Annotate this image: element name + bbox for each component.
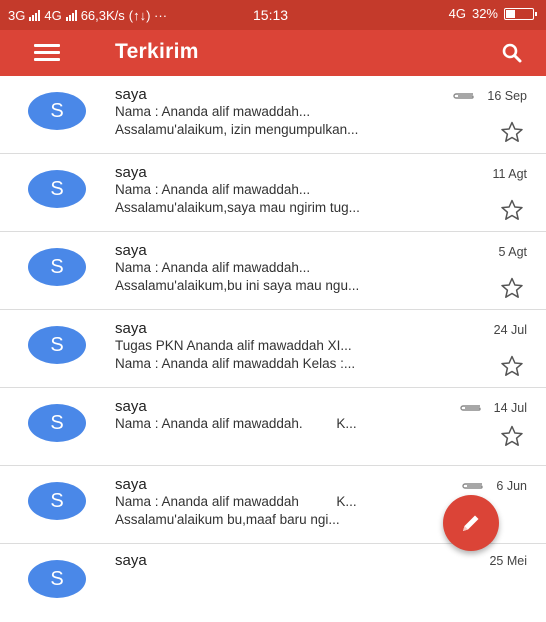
star-icon[interactable] [500,354,524,378]
avatar[interactable]: S [28,560,86,598]
email-sender: saya [115,398,147,415]
compose-button[interactable] [443,495,499,551]
star-icon[interactable] [500,120,524,144]
email-subject: Tugas PKN Ananda alif mawaddah XI... [115,338,352,353]
email-sender: saya [115,476,147,493]
battery-fill [506,9,515,18]
email-snippet: Nama : Ananda alif mawaddah Kelas :... [115,356,356,371]
email-date-wrap: 16 Sep [451,89,527,103]
email-snippet: Assalamu'alaikum,saya mau ngirim tug... [115,200,360,215]
menu-icon[interactable] [34,44,60,62]
pencil-icon [463,515,479,531]
star-icon[interactable] [500,276,524,300]
signal-icon [65,9,77,21]
status-left: 3G 4G 66,3K/s (↑↓) ··· [8,8,167,23]
avatar[interactable]: S [28,248,86,286]
email-snippet: Assalamu'alaikum bu,maaf baru ngi... [115,512,340,527]
email-sender: saya [115,242,147,259]
network-3g-label: 3G [8,7,26,23]
email-date: 14 Jul [493,401,527,415]
email-snippet: Assalamu'alaikum, izin mengumpulkan... [115,122,359,137]
email-date-wrap: 24 Jul [494,323,527,337]
email-sender: saya [115,320,147,337]
email-sender: saya [115,86,147,103]
email-date: 25 Mei [489,554,527,568]
email-subject: Nama : Ananda alif mawaddah K... [115,494,357,509]
avatar[interactable]: S [28,92,86,130]
network-4g-right: 4G [448,6,466,21]
email-date: 11 Agt [492,167,527,181]
email-date: 5 Agt [498,245,528,259]
email-row[interactable]: Ssaya 11 Agt Nama : Ananda alif mawaddah..… [0,154,546,232]
attachment-icon [462,483,484,489]
status-bar: 3G 4G 66,3K/s (↑↓) ··· 15:13 4G 32% [0,0,546,30]
email-row[interactable]: Ssaya 5 Agt Nama : Ananda alif mawaddah...… [0,232,546,310]
email-subject: Nama : Ananda alif mawaddah... [115,104,311,119]
star-icon[interactable] [500,424,524,448]
email-date-wrap: 11 Agt [492,167,527,181]
star-icon[interactable] [500,198,524,222]
email-sender: saya [115,552,147,569]
app-bar: Terkirim [0,30,546,76]
email-date: 6 Jun [496,479,527,493]
email-row[interactable]: Ssaya 14 Jul Nama : Ananda alif mawaddah. … [0,388,546,466]
search-icon[interactable] [500,41,524,65]
email-subject: Nama : Ananda alif mawaddah. K... [115,416,357,431]
network-speed: 66,3K/s [80,7,125,23]
email-snippet: Assalamu'alaikum,bu ini saya mau ngu... [115,278,360,293]
battery-icon [504,7,537,20]
avatar[interactable]: S [28,404,86,442]
email-date-wrap: 5 Agt [499,245,528,259]
email-date-wrap: 6 Jun [460,479,527,493]
email-date-wrap: 14 Jul [458,401,527,415]
email-row[interactable]: Ssaya 25 Mei [0,544,546,622]
attachment-icon [453,93,475,99]
status-right: 4G 32% [448,6,537,21]
email-date: 16 Sep [487,89,527,103]
email-subject: Nama : Ananda alif mawaddah... [115,182,311,197]
attachment-icon [459,405,481,411]
avatar[interactable]: S [28,170,86,208]
email-sender: saya [115,164,147,181]
page-title: Terkirim [115,40,199,63]
avatar[interactable]: S [28,482,86,520]
avatar[interactable]: S [28,326,86,364]
email-row[interactable]: Ssaya 24 Jul Tugas PKN Ananda alif mawadda… [0,310,546,388]
battery-percent: 32% [471,6,498,21]
email-row[interactable]: Ssaya 16 Sep Nama : Ananda alif mawaddah..… [0,76,546,154]
email-date: 24 Jul [493,323,527,337]
signal-icon [29,9,41,21]
status-extra: (↑↓) ··· [128,7,168,23]
email-date-wrap: 25 Mei [489,554,527,568]
email-subject: Nama : Ananda alif mawaddah... [115,260,311,275]
clock: 15:13 [253,7,289,23]
network-4g-label: 4G [44,7,62,23]
